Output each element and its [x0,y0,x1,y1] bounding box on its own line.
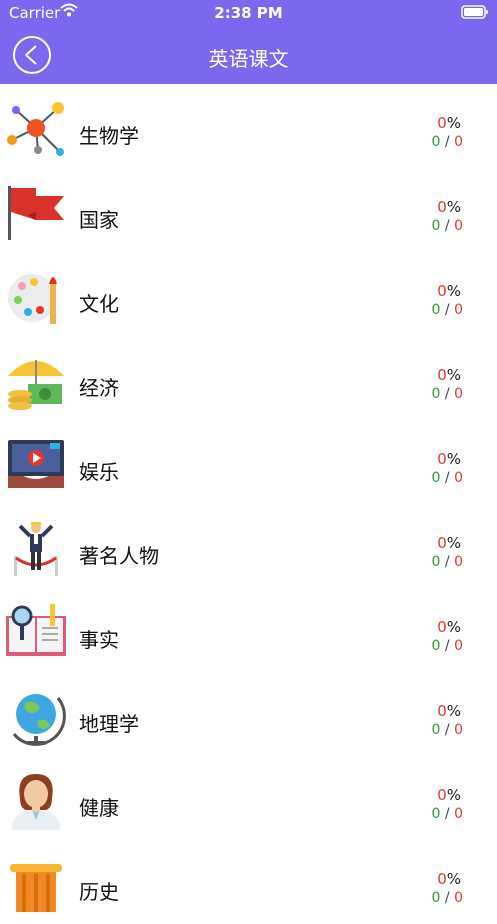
topic-label: 生物学 [79,124,139,148]
page-title: 英语课文 [208,47,289,71]
topic-row-facts[interactable]: 事实 0% 0 / 0 [0,588,497,672]
score-count: 0 / 0 [431,218,463,234]
topic-row-health[interactable]: 健康 0% 0 / 0 [0,756,497,840]
topic-label: 国家 [79,208,119,232]
percent-display: 0% [437,282,461,300]
battery-icon [461,5,489,23]
topic-row-famous-people[interactable]: 著名人物 0% 0 / 0 [0,504,497,588]
score-count: 0 / 0 [431,890,463,906]
topic-label: 事实 [79,628,119,652]
percent-display: 0% [437,702,461,720]
status-time: 2:38 PM [214,4,283,22]
header: Carrier 2:38 PM 英语课文 [0,0,497,84]
doctor-icon [12,774,60,830]
percent-display: 0% [437,366,461,384]
score-count: 0 / 0 [431,470,463,486]
status-bar: Carrier 2:38 PM [0,0,497,26]
topic-label: 健康 [79,796,119,820]
palette-icon [8,274,57,324]
topic-row-entertainment[interactable]: 娱乐 0% 0 / 0 [0,420,497,504]
topic-label: 娱乐 [79,460,119,484]
topic-row-culture[interactable]: 文化 0% 0 / 0 [0,252,497,336]
percent-display: 0% [437,870,461,888]
score-count: 0 / 0 [431,386,463,402]
nav-bar: 英语课文 [0,26,497,84]
percent-display: 0% [437,618,461,636]
score-count: 0 / 0 [431,134,463,150]
column-icon [10,864,62,912]
percent-display: 0% [437,534,461,552]
molecule-icon [7,102,64,156]
flag-icon [8,186,64,240]
score-count: 0 / 0 [431,638,463,654]
celebrity-icon [14,522,58,576]
score-count: 0 / 0 [431,554,463,570]
percent-display: 0% [437,198,461,216]
topic-label: 文化 [79,292,119,316]
score-count: 0 / 0 [431,722,463,738]
topic-label: 历史 [79,880,119,904]
percent-display: 0% [437,786,461,804]
topic-row-history[interactable]: 历史 0% 0 / 0 [0,840,497,924]
score-count: 0 / 0 [431,806,463,822]
book-magnifier-icon [6,604,66,656]
topic-label: 经济 [79,376,119,400]
money-umbrella-icon [8,360,64,410]
topic-label: 著名人物 [79,544,159,568]
score-count: 0 / 0 [431,302,463,318]
percent-display: 0% [437,114,461,132]
topic-label: 地理学 [79,712,139,736]
topic-row-economy[interactable]: 经济 0% 0 / 0 [0,336,497,420]
percent-display: 0% [437,450,461,468]
globe-icon [12,694,66,746]
topic-row-geography[interactable]: 地理学 0% 0 / 0 [0,672,497,756]
tv-play-icon [8,440,64,488]
topic-row-biology[interactable]: 生物学 0% 0 / 0 [0,84,497,168]
topic-row-country[interactable]: 国家 0% 0 / 0 [0,168,497,252]
